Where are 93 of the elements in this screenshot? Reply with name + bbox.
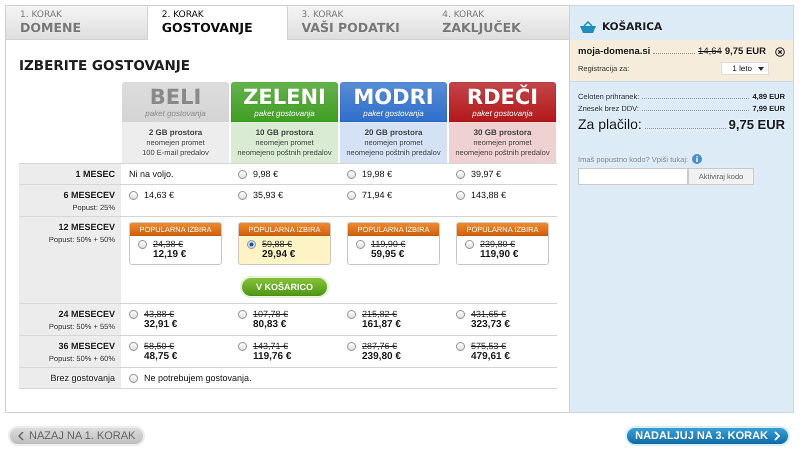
old-price: 239,80 €	[480, 239, 516, 249]
radio-button[interactable]	[456, 170, 465, 179]
old-price: 107,78 €	[253, 309, 288, 319]
price-text: 71,94 €	[362, 190, 392, 200]
radio-button[interactable]	[356, 240, 365, 249]
plan-subtitle: paket gostovanja	[472, 109, 533, 118]
radio-button[interactable]	[238, 310, 247, 319]
old-price: 287,76 €	[362, 341, 398, 351]
radio-button[interactable]	[129, 342, 138, 351]
old-price: 14,64	[698, 46, 722, 57]
radio-button[interactable]	[456, 342, 465, 351]
radio-button[interactable]	[129, 374, 138, 383]
plan-name: MODRI	[353, 86, 434, 109]
total-label: Za plačilo:	[578, 116, 642, 132]
radio-button[interactable]	[247, 240, 256, 249]
new-price: 239,80 €	[362, 351, 401, 362]
plan-name: BELI	[150, 86, 202, 109]
radio-button[interactable]	[465, 240, 474, 249]
new-price: 12,19 €	[153, 249, 186, 260]
new-price: 80,83 €	[253, 319, 288, 330]
price-text: 19,98 €	[362, 169, 392, 179]
step-tab[interactable]: 3. KORAK VAŠI PODATKI	[288, 6, 428, 39]
plan-subtitle: paket gostovanja	[363, 109, 424, 118]
new-price: 48,75 €	[144, 351, 178, 362]
feature-text: 2 GB prostora	[148, 128, 202, 138]
price-text: 14,63 €	[144, 190, 174, 200]
step-tab[interactable]: 4. KORAK ZAKLJUČEK	[428, 6, 569, 39]
plan-name: ZELENI	[243, 86, 326, 109]
period-label: 1 MESEC	[74, 169, 115, 179]
radio-button[interactable]	[456, 191, 465, 200]
new-price: 323,73 €	[471, 319, 510, 330]
radio-button[interactable]	[238, 191, 247, 200]
period-label: 36 MESECEV	[57, 341, 115, 351]
item-price: 9,75 EUR	[724, 46, 766, 57]
feature-text: 20 GB prostora	[364, 128, 422, 138]
plan-subtitle: paket gostovanja	[145, 109, 206, 118]
radio-button[interactable]	[347, 191, 356, 200]
total-value: 9,75 EUR	[728, 117, 785, 132]
registration-select[interactable]: 1 leto	[721, 62, 769, 75]
new-price: 32,91 €	[144, 319, 178, 330]
domain-name: moja-domena.si	[578, 46, 650, 57]
step-tab[interactable]: 2. KORAK GOSTOVANJE	[146, 6, 288, 40]
radio-button[interactable]	[347, 342, 356, 351]
feature-text: 30 GB prostora	[474, 128, 532, 138]
remove-icon[interactable]	[775, 46, 785, 56]
price-text: 9,98 €	[253, 169, 278, 179]
unavailable-text: Ni na voljo.	[129, 169, 174, 179]
chevron-left-icon	[18, 431, 24, 441]
radio-button[interactable]	[138, 240, 147, 249]
period-label: Brez gostovanja	[49, 373, 115, 383]
feature-text: 10 GB prostora	[256, 128, 314, 138]
price-text: 39,97 €	[471, 169, 502, 179]
info-icon[interactable]	[692, 154, 702, 164]
price-text: 143,88 €	[471, 190, 506, 200]
cart-title: KOŠARICA	[602, 21, 662, 33]
new-price: 29,94 €	[262, 249, 296, 260]
old-price: 59,88 €	[262, 239, 294, 249]
radio-button[interactable]	[129, 191, 138, 200]
old-price: 215,82 €	[362, 309, 398, 319]
caret-icon	[758, 66, 764, 70]
radio-button[interactable]	[347, 170, 356, 179]
basket-icon	[580, 21, 596, 33]
chevron-right-icon	[774, 431, 780, 441]
old-price: 575,53 €	[471, 341, 508, 351]
coupon-field[interactable]	[578, 168, 688, 185]
new-price: 119,76 €	[253, 351, 292, 362]
new-price: 161,87 €	[362, 319, 401, 330]
old-price: 58,50 €	[144, 341, 176, 351]
back-button[interactable]: NAZAJ NA 1. KORAK	[8, 426, 146, 446]
price-text: Ne potrebujem gostovanja.	[144, 373, 252, 383]
radio-button[interactable]	[129, 310, 138, 319]
plan-subtitle: paket gostovanja	[254, 109, 315, 118]
old-price: 43,88 €	[144, 309, 176, 319]
radio-button[interactable]	[456, 310, 465, 319]
old-price: 119,90 €	[371, 239, 406, 249]
section-heading: IZBERITE GOSTOVANJE	[19, 58, 191, 74]
next-button[interactable]: NADALJUJ NA 3. KORAK	[625, 426, 790, 446]
step-tab[interactable]: 1. KORAK DOMENE	[6, 6, 147, 39]
plan-name: RDEČI	[466, 86, 538, 109]
radio-button[interactable]	[347, 310, 356, 319]
period-label: 6 MESECEV	[62, 190, 115, 200]
new-price: 479,61 €	[471, 351, 510, 362]
old-price: 143,71 €	[253, 341, 290, 351]
radio-button[interactable]	[238, 342, 247, 351]
period-label: 24 MESECEV	[57, 309, 115, 319]
period-label: 12 MESECEV	[57, 222, 115, 232]
old-price: 24,38 €	[153, 239, 184, 249]
price-text: 35,93 €	[253, 190, 284, 200]
new-price: 59,95 €	[371, 249, 406, 260]
old-price: 431,65 €	[471, 309, 508, 319]
add-to-cart-button[interactable]: V KOŠARICO	[240, 276, 329, 298]
new-price: 119,90 €	[480, 249, 518, 260]
radio-button[interactable]	[238, 170, 247, 179]
